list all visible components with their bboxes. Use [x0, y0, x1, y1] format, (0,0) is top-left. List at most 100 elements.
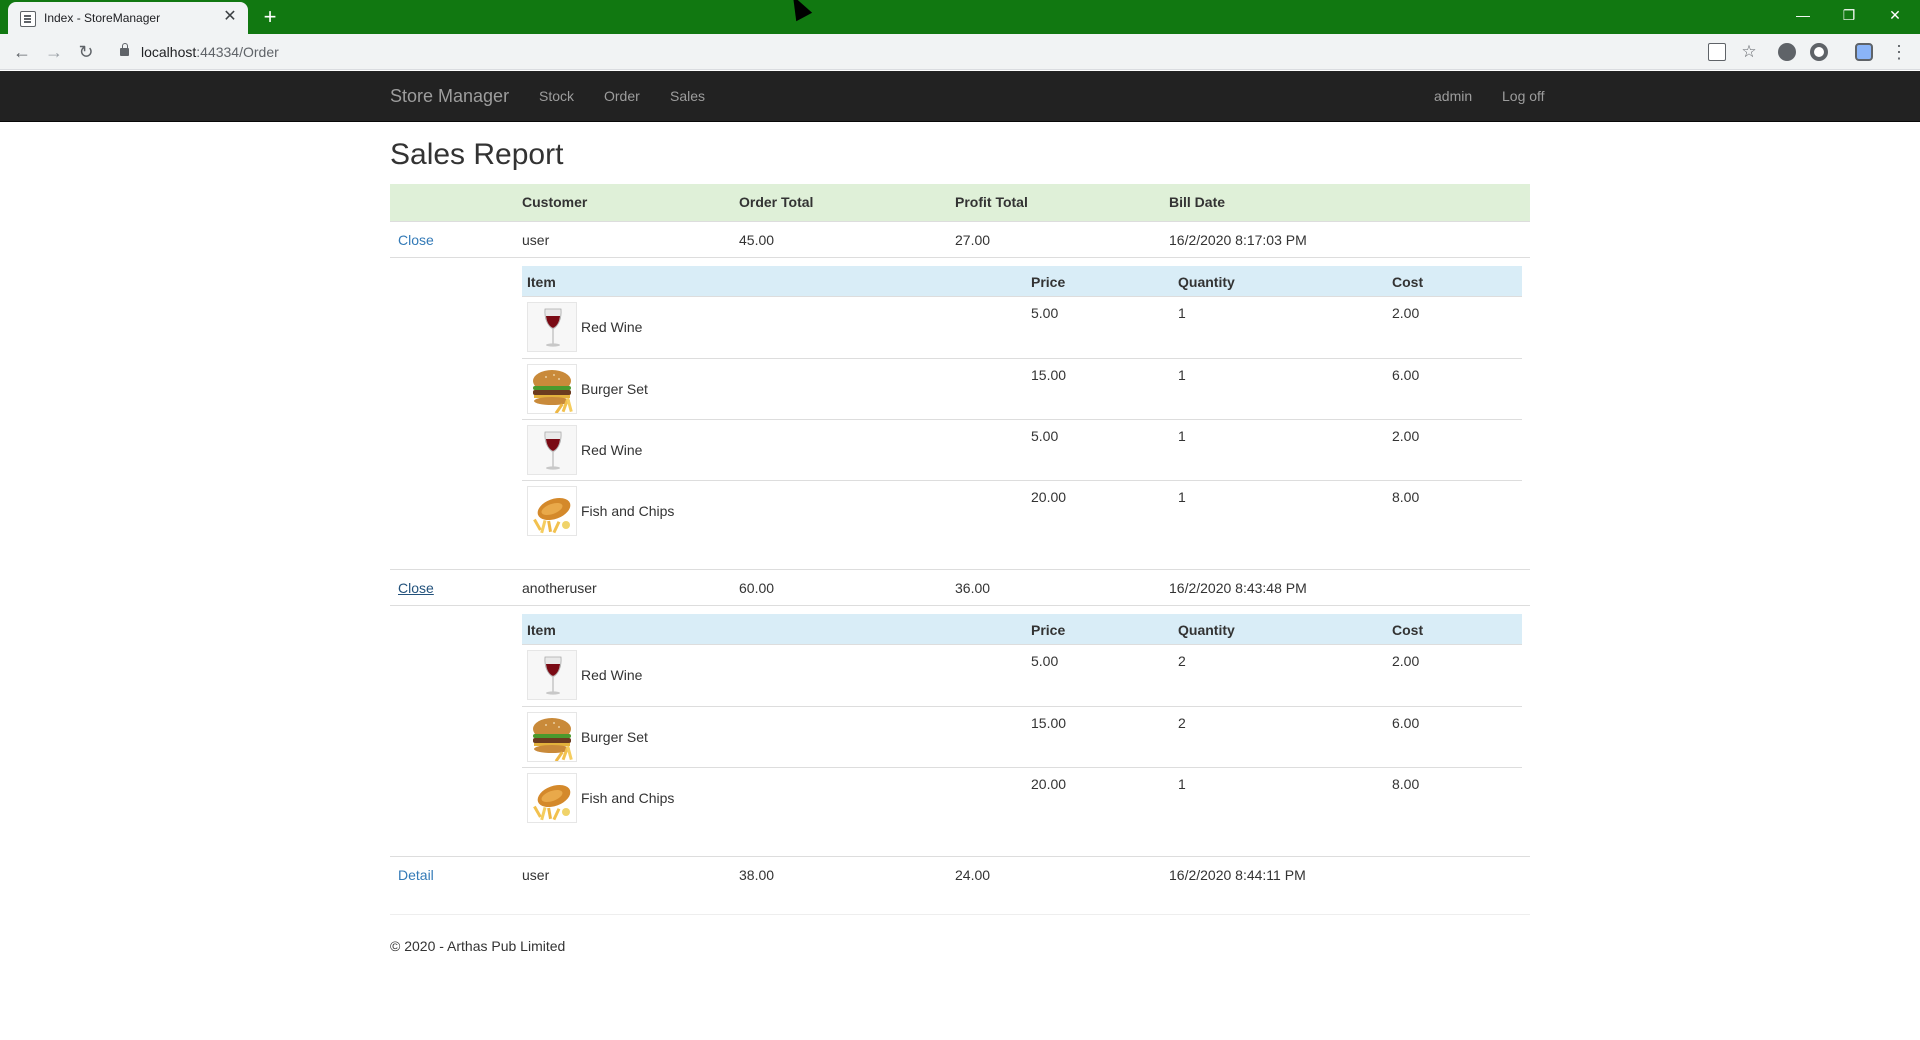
- order-detail-row: Item Price Quantity Cost Red Wine 5.00 1 2.…: [390, 257, 1530, 569]
- item-quantity: 1: [1178, 367, 1186, 383]
- url-path: :44334/Order: [196, 44, 279, 60]
- detail-header-quantity: Quantity: [1178, 274, 1235, 290]
- nav-link-stock[interactable]: Stock: [539, 88, 574, 104]
- item-cost: 2.00: [1392, 305, 1420, 321]
- profit-total-cell: 24.00: [955, 867, 991, 883]
- order-items-table: Item Price Quantity Cost Red Wine 5.00 1 2.…: [522, 266, 1522, 541]
- detail-header-price: Price: [1031, 622, 1066, 638]
- item-row: Red Wine 5.00 1 2.00: [522, 297, 1522, 358]
- window-restore-button[interactable]: ❐: [1826, 0, 1872, 30]
- burger-icon: [527, 364, 577, 414]
- item-row: Fish and Chips 20.00 1 8.00: [522, 767, 1522, 828]
- detail-header-cost: Cost: [1392, 274, 1424, 290]
- customer-cell: anotheruser: [522, 580, 597, 596]
- address-bar[interactable]: localhost:44334/Order: [141, 44, 279, 60]
- close-link[interactable]: Close: [398, 580, 434, 596]
- nav-link-user[interactable]: admin: [1434, 88, 1472, 104]
- item-name: Fish and Chips: [581, 790, 675, 806]
- brand-link[interactable]: Store Manager: [390, 86, 509, 107]
- log-off-link[interactable]: Log off: [1502, 88, 1545, 104]
- window-close-button[interactable]: ✕: [1872, 0, 1918, 30]
- item-cost: 8.00: [1392, 776, 1420, 792]
- wine-glass-icon: [527, 302, 577, 352]
- bookmark-star-icon[interactable]: ☆: [1740, 43, 1758, 61]
- fish-and-chips-icon: [527, 773, 577, 823]
- footer-divider: [390, 914, 1530, 915]
- browser-tab[interactable]: Index - StoreManager ✕: [8, 2, 248, 34]
- tab-close-icon[interactable]: ✕: [220, 7, 240, 27]
- item-quantity: 1: [1178, 428, 1186, 444]
- customer-cell: user: [522, 232, 550, 248]
- fish-and-chips-icon: [527, 486, 577, 536]
- profit-total-cell: 36.00: [955, 580, 991, 596]
- order-total-cell: 60.00: [739, 580, 775, 596]
- item-row: Burger Set 15.00 1 6.00: [522, 358, 1522, 419]
- page-title: Sales Report: [390, 138, 564, 171]
- order-total-cell: 38.00: [739, 867, 775, 883]
- item-price: 15.00: [1031, 715, 1067, 731]
- item-row: Fish and Chips 20.00 1 8.00: [522, 480, 1522, 541]
- footer-copyright: © 2020 - Arthas Pub Limited: [390, 938, 566, 954]
- item-cost: 2.00: [1392, 428, 1420, 444]
- item-cost: 2.00: [1392, 653, 1420, 669]
- table-row: Detail user 38.00 24.00 16/2/2020 8:44:1…: [390, 856, 1530, 892]
- sales-report-table: Customer Order Total Profit Total Bill D…: [390, 184, 1530, 892]
- table-header-row: Customer Order Total Profit Total Bill D…: [390, 184, 1530, 221]
- item-row: Red Wine 5.00 1 2.00: [522, 419, 1522, 480]
- item-price: 20.00: [1031, 489, 1067, 505]
- table-row: Close user 45.00 27.00 16/2/2020 8:17:03…: [390, 221, 1530, 257]
- detail-header-row: Item Price Quantity Cost: [522, 266, 1522, 297]
- customer-cell: user: [522, 867, 550, 883]
- extension-record-icon[interactable]: [1810, 43, 1828, 61]
- browser-menu-icon[interactable]: ⋮: [1890, 43, 1908, 61]
- header-profit-total: Profit Total: [955, 194, 1028, 210]
- browser-title-bar: Index - StoreManager ✕ + — ❐ ✕: [0, 0, 1920, 34]
- forward-button[interactable]: →: [40, 38, 68, 66]
- close-link[interactable]: Close: [398, 232, 434, 248]
- detail-link[interactable]: Detail: [398, 867, 434, 883]
- new-tab-button[interactable]: +: [256, 4, 284, 30]
- detail-header-item: Item: [527, 622, 556, 638]
- item-name: Red Wine: [581, 442, 643, 458]
- browser-toolbar: ← → ↻ localhost:44334/Order ☆ ⋮: [0, 34, 1920, 70]
- translate-icon[interactable]: [1708, 43, 1726, 61]
- nav-link-order[interactable]: Order: [604, 88, 640, 104]
- detail-header-row: Item Price Quantity Cost: [522, 614, 1522, 645]
- reload-button[interactable]: ↻: [72, 38, 100, 66]
- back-button[interactable]: ←: [8, 38, 36, 66]
- detail-header-cost: Cost: [1392, 622, 1424, 638]
- item-name: Burger Set: [581, 381, 648, 397]
- profit-total-cell: 27.00: [955, 232, 991, 248]
- item-price: 5.00: [1031, 428, 1059, 444]
- item-price: 5.00: [1031, 653, 1059, 669]
- detail-header-item: Item: [527, 274, 556, 290]
- item-quantity: 2: [1178, 653, 1186, 669]
- url-host: localhost: [141, 44, 197, 60]
- item-name: Burger Set: [581, 729, 648, 745]
- item-name: Red Wine: [581, 319, 643, 335]
- bill-date-cell: 16/2/2020 8:43:48 PM: [1169, 580, 1307, 596]
- bill-date-cell: 16/2/2020 8:44:11 PM: [1169, 867, 1306, 883]
- site-navbar: Store Manager Stock Order Sales admin Lo…: [0, 71, 1920, 122]
- lock-icon[interactable]: [120, 43, 129, 56]
- item-name: Fish and Chips: [581, 503, 675, 519]
- order-detail-row: Item Price Quantity Cost Red Wine 5.00 2 2.…: [390, 605, 1530, 856]
- item-cost: 6.00: [1392, 715, 1420, 731]
- header-customer: Customer: [522, 194, 588, 210]
- detail-header-price: Price: [1031, 274, 1066, 290]
- extension-chat-icon[interactable]: [1778, 43, 1796, 61]
- table-row: Close anotheruser 60.00 36.00 16/2/2020 …: [390, 569, 1530, 605]
- item-price: 20.00: [1031, 776, 1067, 792]
- header-bill-date: Bill Date: [1169, 194, 1226, 210]
- detail-header-quantity: Quantity: [1178, 622, 1235, 638]
- burger-icon: [527, 712, 577, 762]
- wine-glass-icon: [527, 650, 577, 700]
- item-quantity: 1: [1178, 305, 1186, 321]
- wine-glass-icon: [527, 425, 577, 475]
- profile-avatar-icon[interactable]: [1855, 43, 1873, 61]
- header-order-total: Order Total: [739, 194, 814, 210]
- item-cost: 6.00: [1392, 367, 1420, 383]
- window-minimize-button[interactable]: —: [1780, 0, 1826, 30]
- nav-link-sales[interactable]: Sales: [670, 88, 705, 104]
- item-price: 15.00: [1031, 367, 1067, 383]
